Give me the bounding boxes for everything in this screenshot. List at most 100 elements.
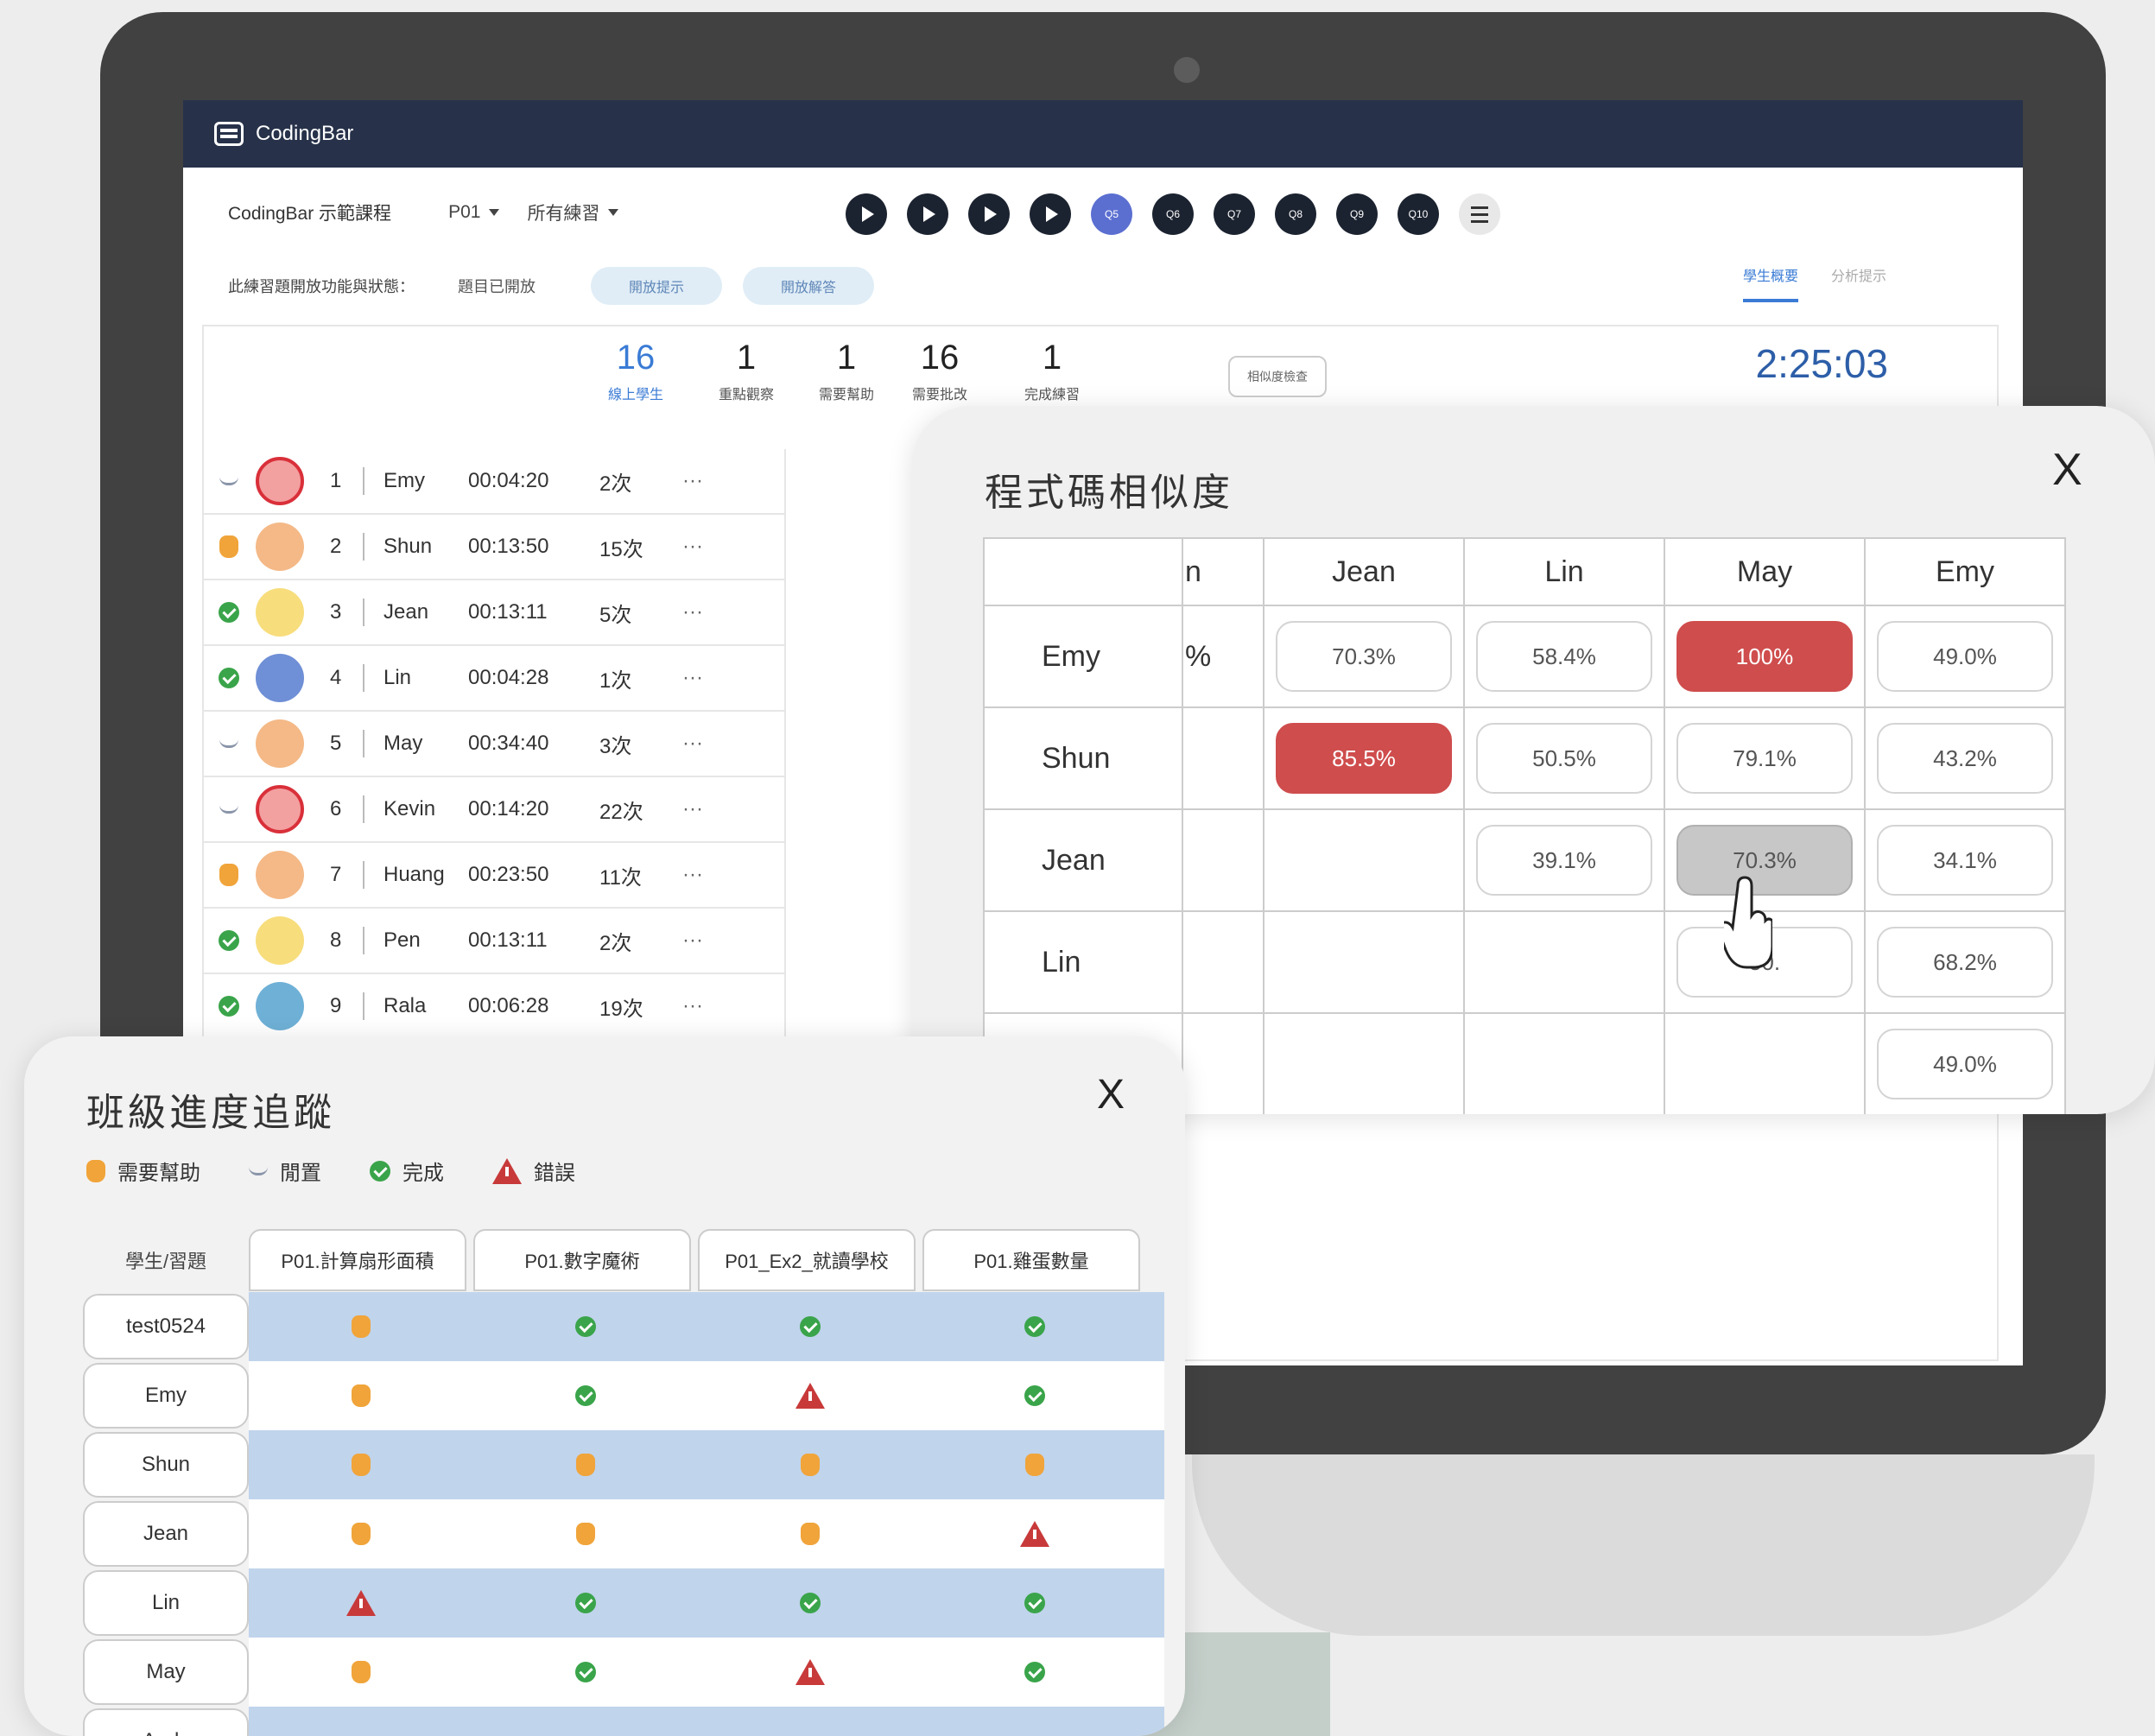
- student-row[interactable]: 1 Emy 00:04:20 2次 ···: [202, 449, 786, 515]
- progress-cell[interactable]: [249, 1454, 473, 1476]
- progress-cell[interactable]: [698, 1316, 922, 1337]
- progress-cell[interactable]: [473, 1662, 698, 1682]
- question-label: Q5: [1104, 208, 1119, 220]
- view-tabs: 學生概要 分析提示: [1742, 264, 1886, 302]
- similarity-score-chip[interactable]: 58.4%: [1476, 621, 1652, 692]
- avatar: [256, 982, 304, 1030]
- question-button-6[interactable]: Q6: [1152, 193, 1194, 235]
- student-row[interactable]: 3 Jean 00:13:11 5次 ···: [202, 580, 786, 646]
- progress-cell[interactable]: [473, 1454, 698, 1476]
- student-row[interactable]: 6 Kevin 00:14:20 22次 ···: [202, 777, 786, 843]
- progress-cell[interactable]: [698, 1593, 922, 1613]
- progress-cell[interactable]: [473, 1316, 698, 1337]
- more-icon[interactable]: ···: [682, 469, 734, 493]
- similarity-score-chip[interactable]: 79.1%: [1676, 723, 1853, 794]
- progress-student-name[interactable]: Jean: [83, 1501, 249, 1567]
- legend-label: 需要幫助: [117, 1162, 200, 1185]
- student-attempts: 2次: [599, 472, 632, 496]
- close-icon[interactable]: X: [1097, 1071, 1125, 1118]
- progress-student-name[interactable]: Shun: [83, 1432, 249, 1498]
- progress-col-header[interactable]: P01_Ex2_就讀學校: [698, 1229, 916, 1291]
- progress-student-name[interactable]: Emy: [83, 1363, 249, 1429]
- more-icon[interactable]: ···: [682, 666, 734, 690]
- student-time: 00:34:40: [468, 732, 549, 755]
- more-icon[interactable]: ···: [682, 797, 734, 821]
- hand-icon: [352, 1523, 371, 1545]
- student-row[interactable]: 2 Shun 00:13:50 15次 ···: [202, 515, 786, 580]
- progress-cell[interactable]: [698, 1659, 922, 1685]
- more-icon[interactable]: ···: [682, 600, 734, 624]
- question-button-10[interactable]: Q10: [1398, 193, 1439, 235]
- similarity-check-button[interactable]: 相似度檢查: [1228, 356, 1327, 397]
- question-button-3[interactable]: [968, 193, 1010, 235]
- progress-cell[interactable]: [473, 1385, 698, 1406]
- avatar: [256, 719, 304, 768]
- progress-cell[interactable]: [922, 1454, 1147, 1476]
- more-icon[interactable]: ···: [682, 994, 734, 1018]
- progress-col-header[interactable]: P01.數字魔術: [473, 1229, 691, 1291]
- open-hint-button[interactable]: 開放提示: [591, 267, 723, 305]
- close-icon[interactable]: X: [2052, 444, 2082, 496]
- warning-icon: [492, 1157, 522, 1184]
- progress-cell[interactable]: [922, 1521, 1147, 1547]
- problem-select[interactable]: P01: [448, 202, 500, 223]
- similarity-score-chip[interactable]: 85.5%: [1276, 723, 1452, 794]
- similarity-score-chip[interactable]: 49.0%: [1877, 1029, 2053, 1099]
- more-icon[interactable]: ···: [682, 535, 734, 559]
- progress-cell[interactable]: [922, 1593, 1147, 1613]
- similarity-score-chip[interactable]: 70.3%: [1276, 621, 1452, 692]
- menu-icon[interactable]: [1459, 193, 1500, 235]
- similarity-cell: %: [1182, 605, 1264, 708]
- progress-cell[interactable]: [249, 1590, 473, 1616]
- progress-cell[interactable]: [922, 1662, 1147, 1682]
- question-button-8[interactable]: Q8: [1275, 193, 1316, 235]
- stat-online: 16 線上學生: [608, 339, 664, 402]
- progress-cell[interactable]: [249, 1523, 473, 1545]
- question-button-7[interactable]: Q7: [1214, 193, 1255, 235]
- progress-cell[interactable]: [698, 1383, 922, 1409]
- question-button-5[interactable]: Q5: [1091, 193, 1132, 235]
- similarity-score-chip[interactable]: 100%: [1676, 621, 1853, 692]
- student-row[interactable]: 7 Huang 00:23:50 11次 ···: [202, 843, 786, 909]
- similarity-score-chip[interactable]: 39.1%: [1476, 825, 1652, 896]
- student-row[interactable]: 9 Rala 00:06:28 19次 ···: [202, 974, 786, 1040]
- progress-cell[interactable]: [249, 1384, 473, 1407]
- progress-student-name[interactable]: May: [83, 1639, 249, 1705]
- question-button-9[interactable]: Q9: [1336, 193, 1378, 235]
- filter-select[interactable]: 所有練習: [527, 200, 619, 225]
- progress-student-name[interactable]: Andy: [83, 1708, 249, 1736]
- more-icon[interactable]: ···: [682, 928, 734, 953]
- question-button-4[interactable]: [1030, 193, 1071, 235]
- question-button-2[interactable]: [907, 193, 948, 235]
- student-row[interactable]: 4 Lin 00:04:28 1次 ···: [202, 646, 786, 712]
- more-icon[interactable]: ···: [682, 863, 734, 887]
- hand-icon: [801, 1523, 820, 1545]
- open-answer-button[interactable]: 開放解答: [743, 267, 875, 305]
- similarity-score-chip[interactable]: 34.1%: [1877, 825, 2053, 896]
- progress-cell[interactable]: [698, 1454, 922, 1476]
- progress-student-name[interactable]: Lin: [83, 1570, 249, 1636]
- similarity-score-chip[interactable]: 50.5%: [1476, 723, 1652, 794]
- similarity-cell: [1263, 910, 1465, 1014]
- more-icon[interactable]: ···: [682, 732, 734, 756]
- tab-analysis[interactable]: 分析提示: [1831, 264, 1886, 302]
- progress-col-header[interactable]: P01.雞蛋數量: [922, 1229, 1140, 1291]
- similarity-score-chip[interactable]: 49.0%: [1877, 621, 2053, 692]
- similarity-score-chip[interactable]: 43.2%: [1877, 723, 2053, 794]
- progress-cell[interactable]: [249, 1661, 473, 1683]
- tab-student-overview[interactable]: 學生概要: [1742, 264, 1798, 302]
- progress-cell[interactable]: [922, 1316, 1147, 1337]
- progress-col-header[interactable]: P01.計算扇形面積: [249, 1229, 466, 1291]
- progress-cell[interactable]: [249, 1315, 473, 1338]
- progress-cell[interactable]: [698, 1523, 922, 1545]
- progress-cell[interactable]: [473, 1593, 698, 1613]
- progress-student-name[interactable]: test0524: [83, 1294, 249, 1359]
- student-row[interactable]: 5 May 00:34:40 3次 ···: [202, 712, 786, 777]
- student-row[interactable]: 8 Pen 00:13:11 2次 ···: [202, 909, 786, 974]
- similarity-score-chip[interactable]: 68.2%: [1877, 927, 2053, 998]
- question-button-1[interactable]: [846, 193, 887, 235]
- progress-cell[interactable]: [473, 1523, 698, 1545]
- progress-row: Andy: [83, 1707, 1185, 1736]
- hand-cursor-icon: [1724, 876, 1772, 969]
- progress-cell[interactable]: [922, 1385, 1147, 1406]
